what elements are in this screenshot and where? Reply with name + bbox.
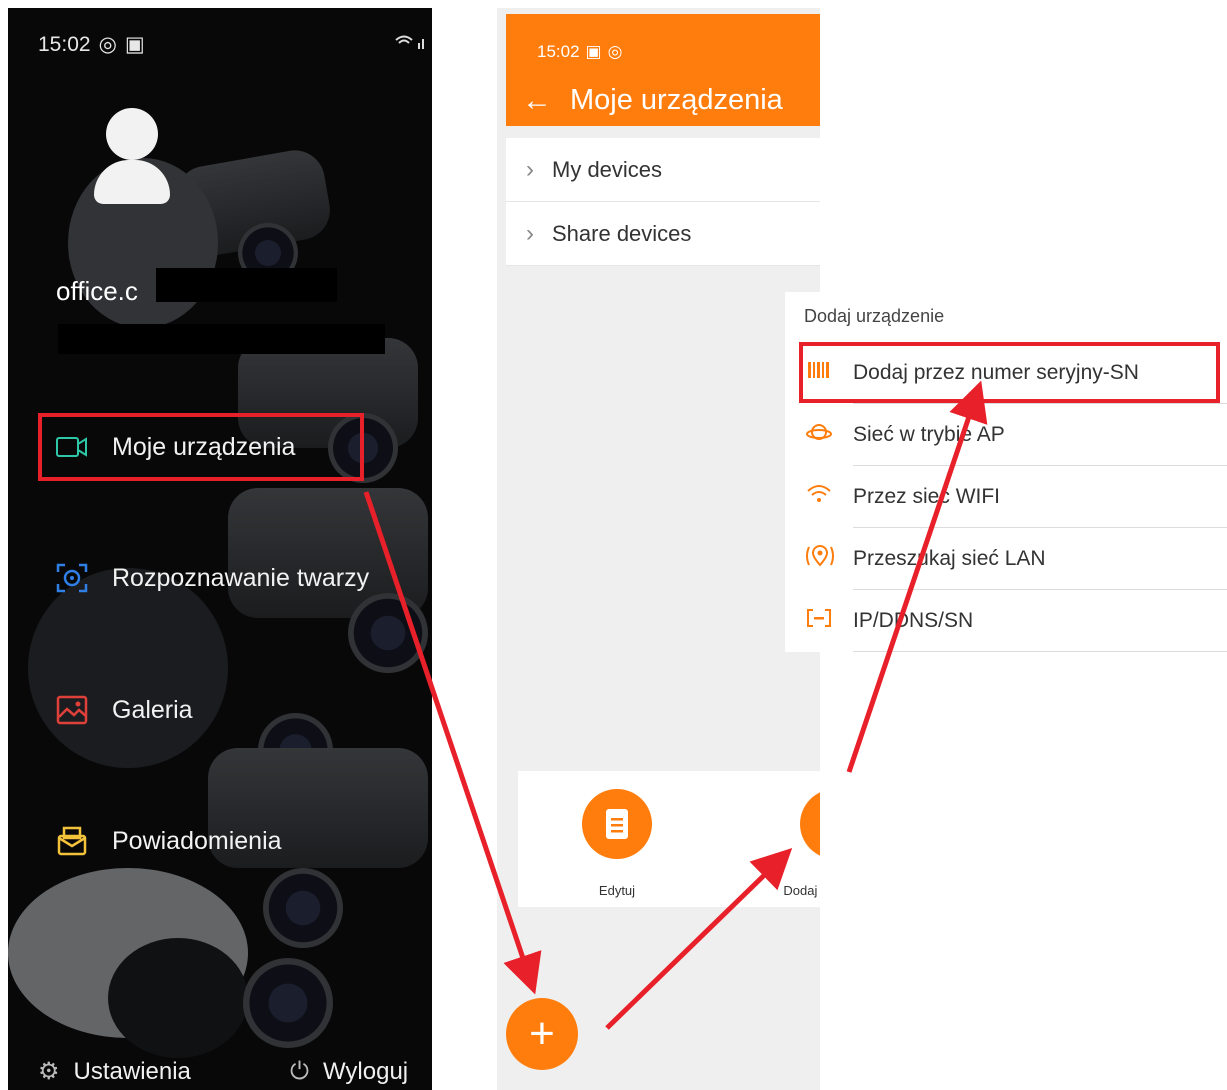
- action-sheet: Edytuj Dodaj urządzenie: [518, 771, 820, 907]
- popup-item-wifi[interactable]: Przez sieć WIFI: [805, 466, 1227, 528]
- status-time: 15:02: [537, 42, 580, 61]
- notification-icon: ◎: [607, 42, 623, 61]
- location-scan-icon: [805, 544, 834, 574]
- menu-item-notifications[interactable]: Powiadomienia: [54, 826, 282, 856]
- popup-item-label: Przez sieć WIFI: [853, 466, 1227, 528]
- mail-icon: [54, 826, 90, 856]
- status-bar: 15:02 ◎ ▣: [38, 32, 145, 57]
- redacted-block: [58, 324, 385, 354]
- highlight-box: [799, 342, 1220, 403]
- menu-item-label: Rozpoznawanie twarzy: [112, 563, 370, 592]
- logout-label: Wyloguj: [322, 1058, 409, 1085]
- popup-item-lan-scan[interactable]: Przeszukaj sieć LAN: [805, 528, 1227, 590]
- menu-item-label: Powiadomienia: [112, 826, 282, 855]
- popup-item-label: Przeszukaj sieć LAN: [853, 528, 1227, 590]
- notification-icon: ◎: [98, 33, 117, 56]
- status-bar: 15:02 ▣ ◎: [537, 42, 622, 62]
- app-header: 15:02 ▣ ◎ ← Moje urządzenia: [506, 14, 820, 126]
- add-device-button[interactable]: [800, 789, 820, 859]
- add-fab-button[interactable]: +: [506, 998, 578, 1070]
- popup-title: Dodaj urządzenie: [804, 306, 945, 326]
- popup-item-ip-ddns[interactable]: IP/DDNS/SN: [805, 590, 1227, 652]
- power-icon: ⏻: [290, 1058, 309, 1085]
- highlight-box: [38, 413, 364, 481]
- settings-button[interactable]: ⚙ Ustawienia: [38, 1057, 191, 1086]
- add-device-label: Dodaj urządzenie: [783, 883, 820, 898]
- document-icon: [606, 809, 628, 839]
- signal-icons: [394, 34, 428, 55]
- list-item-label: Share devices: [552, 220, 692, 246]
- device-group-list: › My devices › Share devices: [506, 138, 820, 266]
- edit-button[interactable]: [582, 789, 652, 859]
- popup-item-label: Sieć w trybie AP: [853, 404, 1227, 466]
- edit-label: Edytuj: [598, 883, 636, 898]
- popup-item-label: IP/DDNS/SN: [853, 590, 1227, 652]
- user-name: office.c: [56, 276, 138, 306]
- chevron-right-icon: ›: [526, 155, 534, 183]
- list-item-share-devices[interactable]: › Share devices: [506, 202, 820, 266]
- planet-icon: [805, 421, 833, 449]
- image-notification-icon: ▣: [124, 33, 145, 56]
- popup-item-ap-mode[interactable]: Sieć w trybie AP: [805, 404, 1227, 466]
- image-notification-icon: ▣: [585, 42, 602, 61]
- list-item-label: My devices: [552, 156, 663, 182]
- avatar[interactable]: [94, 108, 170, 204]
- ip-icon: [805, 608, 833, 634]
- navigation-drawer-screen: 15:02 ◎ ▣ office.c Moje urządzenia Rozpo…: [8, 8, 432, 1090]
- page-title: Moje urządzenia: [570, 84, 783, 116]
- menu-item-face-recognition[interactable]: Rozpoznawanie twarzy: [54, 563, 369, 593]
- chevron-right-icon: ›: [526, 219, 534, 247]
- face-scan-icon: [54, 563, 90, 593]
- back-arrow-icon[interactable]: ←: [522, 84, 552, 118]
- menu-item-label: Galeria: [112, 695, 193, 724]
- status-time: 15:02: [38, 32, 91, 56]
- gallery-icon: [54, 695, 90, 725]
- logout-button[interactable]: ⏻ Wyloguj: [290, 1058, 408, 1086]
- gear-icon: ⚙: [38, 1058, 60, 1085]
- settings-label: Ustawienia: [73, 1057, 191, 1085]
- menu-item-gallery[interactable]: Galeria: [54, 695, 193, 725]
- my-devices-screen: 15:02 ▣ ◎ ← Moje urządzenia › My devices…: [497, 8, 820, 1090]
- plus-icon: +: [529, 1009, 555, 1058]
- add-camera-icon: [818, 807, 820, 841]
- list-item-my-devices[interactable]: › My devices: [506, 138, 820, 202]
- redacted-block: [156, 268, 337, 302]
- drawer-bottom-bar: ⚙ Ustawienia ⏻ Wyloguj: [8, 1050, 432, 1090]
- wifi-icon: [805, 483, 833, 511]
- wifi-signal-icon: [395, 35, 424, 49]
